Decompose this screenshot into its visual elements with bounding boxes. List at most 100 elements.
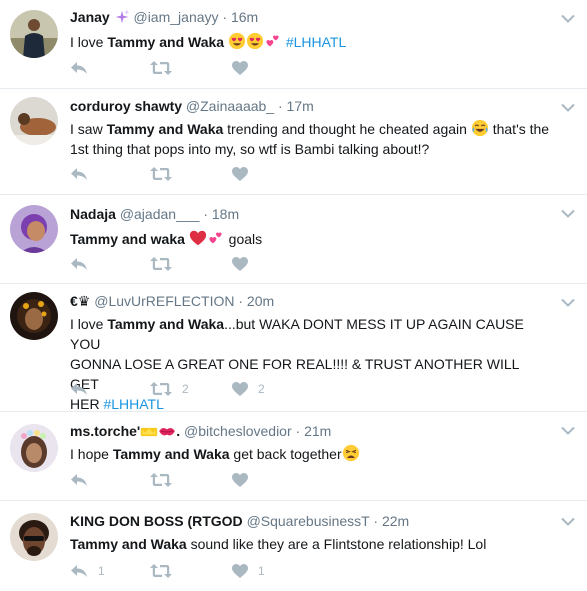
display-name[interactable]: KING DON BOSS (RTGOD: [70, 513, 243, 529]
timestamp-link[interactable]: 16m: [231, 9, 258, 25]
heart-icon: [232, 61, 248, 75]
tweet-nadaja[interactable]: Nadaja @ajadan___ · 18m Tammy and waka g…: [0, 195, 587, 284]
text-segment: I hope: [70, 446, 113, 462]
heart-icon: [232, 382, 248, 396]
hashtag-link[interactable]: #LHHATL: [286, 34, 346, 50]
red-heart-emoji-icon: [189, 229, 207, 247]
display-name[interactable]: €♛: [70, 293, 90, 309]
text-segment: I love: [70, 316, 108, 332]
user-handle[interactable]: @ajadan___: [120, 206, 200, 222]
avatar[interactable]: [10, 205, 58, 253]
heart-icon: [232, 257, 248, 271]
chevron-down-icon[interactable]: [561, 517, 575, 527]
separator-dot: ·: [373, 513, 379, 529]
user-handle[interactable]: @LuvUrREFLECTION: [94, 293, 234, 309]
display-name[interactable]: Nadaja: [70, 206, 116, 222]
highlighted-term: Tammy and Waka: [106, 121, 224, 137]
two-hearts-emoji-icon: [264, 32, 282, 50]
reply-button[interactable]: 1: [70, 561, 105, 581]
reply-button[interactable]: [70, 58, 98, 78]
tweet-ms-torche[interactable]: ms.torche'. @bitcheslovedior · 21m I hop…: [0, 412, 587, 501]
reply-button[interactable]: [70, 164, 98, 184]
tweet-text: I love Tammy and Waka...but WAKA DONT ME…: [70, 314, 551, 414]
retweet-button[interactable]: [150, 561, 182, 581]
tweet-king-don-boss[interactable]: KING DON BOSS (RTGOD @SquarebusinessT · …: [0, 501, 587, 591]
text-segment: I saw: [70, 121, 107, 137]
tweet-luvurreflection[interactable]: €♛ @LuvUrREFLECTION · 20m I love Tammy a…: [0, 284, 587, 412]
reply-count: 1: [98, 564, 105, 578]
reply-button[interactable]: [70, 254, 98, 274]
tweet-text: Tammy and Waka sound like they are a Fli…: [70, 534, 551, 554]
retweet-button[interactable]: [150, 254, 182, 274]
crown-emoji-icon: [140, 425, 158, 439]
heart-icon: [232, 167, 248, 181]
avatar[interactable]: [10, 10, 58, 58]
timestamp-link[interactable]: 20m: [247, 293, 274, 309]
like-button[interactable]: [232, 470, 258, 490]
retweet-button[interactable]: 2: [150, 379, 189, 399]
timestamp-link[interactable]: 21m: [304, 423, 331, 439]
tweet-text: I love Tammy and Waka #LHHATL: [70, 32, 551, 52]
highlighted-term: Tammy and Waka: [107, 316, 225, 332]
like-button[interactable]: 2: [232, 379, 265, 399]
tears-of-joy-emoji-icon: [471, 119, 489, 137]
tweet-feed: Janay @iam_janayy · 16m I love Tammy and…: [0, 0, 587, 591]
reply-icon: [70, 257, 88, 271]
display-name[interactable]: corduroy shawty: [70, 98, 182, 114]
like-count: 2: [258, 382, 265, 396]
timestamp-link[interactable]: 22m: [382, 513, 409, 529]
separator-dot: ·: [222, 9, 228, 25]
retweet-icon: [150, 257, 172, 271]
retweet-icon: [150, 167, 172, 181]
avatar[interactable]: [10, 292, 58, 340]
chevron-down-icon[interactable]: [561, 426, 575, 436]
avatar[interactable]: [10, 513, 58, 561]
user-handle[interactable]: @iam_janayy: [133, 9, 218, 25]
highlighted-term: Tammy and waka: [70, 231, 185, 247]
tweet-text: I saw Tammy and Waka trending and though…: [70, 119, 551, 159]
chevron-down-icon[interactable]: [561, 209, 575, 219]
display-name[interactable]: Janay: [70, 9, 110, 25]
like-button[interactable]: [232, 58, 258, 78]
kiss-mark-emoji-icon: [158, 425, 176, 439]
highlighted-term: Tammy and Waka: [107, 34, 225, 50]
user-handle[interactable]: @Zainaaaab_: [186, 98, 274, 114]
text-segment: get back together: [229, 446, 342, 462]
chevron-down-icon[interactable]: [561, 14, 575, 24]
highlighted-term: Tammy and Waka: [112, 446, 230, 462]
retweet-button[interactable]: [150, 470, 182, 490]
user-handle[interactable]: @bitcheslovedior: [184, 423, 292, 439]
avatar[interactable]: [10, 424, 58, 472]
reply-button[interactable]: [70, 470, 98, 490]
text-segment: I love: [70, 34, 108, 50]
retweet-count: 2: [182, 382, 189, 396]
text-segment: 1st thing that pops into my, so wtf is B…: [70, 141, 430, 157]
tweet-corduroy-shawty[interactable]: corduroy shawty @Zainaaaab_ · 17m I saw …: [0, 89, 587, 195]
retweet-icon: [150, 61, 172, 75]
retweet-button[interactable]: [150, 58, 182, 78]
separator-dot: ·: [238, 293, 244, 309]
user-handle[interactable]: @SquarebusinessT: [247, 513, 370, 529]
text-segment: that's the: [488, 121, 550, 137]
reply-icon: [70, 473, 88, 487]
avatar[interactable]: [10, 97, 58, 145]
text-segment: GONNA LOSE A GREAT ONE FOR REAL!!!! & TR…: [70, 356, 519, 392]
like-button[interactable]: [232, 254, 258, 274]
timestamp-link[interactable]: 18m: [212, 206, 239, 222]
chevron-down-icon[interactable]: [561, 298, 575, 308]
retweet-button[interactable]: [150, 164, 182, 184]
heart-icon: [232, 564, 248, 578]
timestamp-link[interactable]: 17m: [287, 98, 314, 114]
weary-face-emoji-icon: [342, 444, 360, 462]
reply-button[interactable]: [70, 379, 98, 399]
reply-icon: [70, 382, 88, 396]
like-button[interactable]: 1: [232, 561, 265, 581]
tweet-janay[interactable]: Janay @iam_janayy · 16m I love Tammy and…: [0, 0, 587, 89]
like-button[interactable]: [232, 164, 258, 184]
chevron-down-icon[interactable]: [561, 103, 575, 113]
retweet-icon: [150, 382, 172, 396]
heart-eyes-emoji-icon: [246, 32, 264, 50]
retweet-icon: [150, 564, 172, 578]
reply-icon: [70, 167, 88, 181]
display-name[interactable]: ms.torche': [70, 423, 140, 439]
